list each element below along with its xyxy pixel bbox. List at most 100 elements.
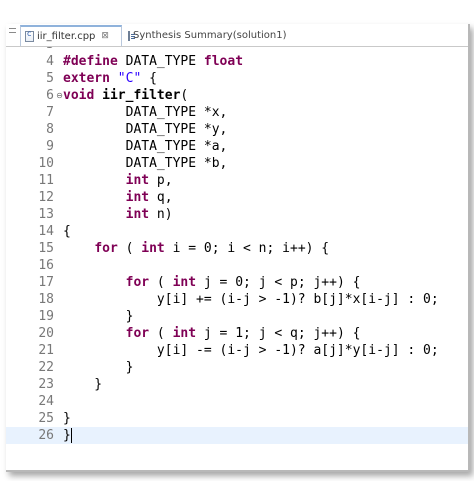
minimize-icon[interactable] [6, 28, 18, 46]
code-token: int [125, 173, 150, 188]
line-number: 16 [38, 258, 54, 273]
code-text: for ( int i = 0; i < n; i++) { [63, 240, 329, 257]
code-line[interactable]: 22 } [6, 359, 468, 376]
code-token: int [125, 190, 150, 205]
code-line[interactable]: 14 { [6, 223, 468, 240]
code-text: } [63, 359, 134, 376]
code-token: DATA_TYPE *y, [63, 122, 228, 137]
line-number: 20 [38, 326, 54, 341]
tab-bar: iir_filter.cpp ⊠ Synthesis Summary(solut… [6, 24, 468, 47]
code-token: int [125, 207, 150, 222]
code-line[interactable]: 11 int p, [6, 172, 468, 189]
code-token: } [63, 428, 71, 443]
tab-iir-filter-cpp[interactable]: iir_filter.cpp ⊠ [20, 25, 122, 46]
tab-label: iir_filter.cpp [37, 31, 96, 42]
code-line[interactable]: 18 y[i] += (i-j > -1)? b[j]*x[i-j] : 0; [6, 291, 468, 308]
code-text: DATA_TYPE *a, [63, 138, 228, 155]
code-token: for [125, 326, 150, 341]
code-token: int [172, 326, 197, 341]
code-token: extern [63, 71, 110, 86]
cpp-file-icon [25, 29, 34, 42]
code-text: DATA_TYPE *x, [63, 104, 228, 121]
code-token: int [172, 275, 197, 290]
line-number: 19 [38, 309, 54, 324]
code-line[interactable]: 17 for ( int j = 0; j < p; j++) { [6, 274, 468, 291]
code-line[interactable]: 21 y[i] -= (i-j > -1)? a[j]*y[i-j] : 0; [6, 342, 468, 359]
code-line[interactable]: 19 } [6, 308, 468, 325]
code-line[interactable]: 24 [6, 393, 468, 410]
code-token: j = 1; j < q; j++) { [196, 326, 361, 341]
code-text: } [63, 427, 71, 444]
code-token: } [63, 309, 134, 324]
code-token: iir_filter [102, 88, 181, 103]
line-number: 13 [38, 207, 54, 222]
line-number: 17 [38, 275, 54, 290]
code-text: } [63, 410, 71, 427]
code-line[interactable]: 13 int n) [6, 206, 468, 223]
code-token: n) [149, 207, 173, 222]
code-text: y[i] += (i-j > -1)? b[j]*x[i-j] : 0; [63, 291, 439, 308]
report-icon [128, 30, 135, 41]
code-line[interactable]: 23 } [6, 376, 468, 393]
code-token: } [63, 377, 103, 392]
line-number: 26 [38, 428, 54, 443]
code-text: } [63, 376, 102, 393]
code-text: for ( int j = 0; j < p; j++) { [63, 274, 361, 291]
code-token: i = 0; i < n; i++) { [164, 241, 330, 256]
code-line[interactable]: 10 DATA_TYPE *b, [6, 155, 468, 172]
tab-label: Synthesis Summary(solution1) [133, 30, 287, 41]
code-line[interactable]: 7 DATA_TYPE *x, [6, 104, 468, 121]
code-token: float [203, 54, 244, 69]
line-number: 7 [46, 105, 54, 120]
line-number: 25 [38, 411, 54, 426]
code-token: p, [149, 173, 173, 188]
code-line[interactable]: 15 for ( int i = 0; i < n; i++) { [6, 240, 468, 257]
line-number: 24 [38, 394, 54, 409]
code-token: } [63, 411, 71, 426]
line-number: 4 [46, 54, 54, 69]
code-line[interactable]: 16 [6, 257, 468, 274]
code-token: int [141, 241, 165, 256]
code-text: int p, [63, 172, 173, 189]
code-line[interactable]: 8 DATA_TYPE *y, [6, 121, 468, 138]
code-editor[interactable]: 3 4#define DATA_TYPE float5extern "C" {6… [6, 47, 468, 470]
line-number: 5 [46, 71, 54, 86]
line-number: 22 [38, 360, 54, 375]
tab-synthesis-summary[interactable]: Synthesis Summary(solution1) [124, 25, 286, 46]
code-line[interactable]: 20 for ( int j = 1; j < q; j++) { [6, 325, 468, 342]
code-token: ( [149, 275, 173, 290]
line-number: 15 [38, 241, 54, 256]
line-number: 6 [46, 88, 54, 103]
code-line[interactable]: 9 DATA_TYPE *a, [6, 138, 468, 155]
code-line[interactable]: 26} [6, 427, 468, 444]
code-token: for [125, 275, 150, 290]
code-line[interactable]: 12 int q, [6, 189, 468, 206]
code-text: int n) [63, 206, 173, 223]
editor-window: iir_filter.cpp ⊠ Synthesis Summary(solut… [6, 24, 470, 472]
code-line[interactable]: 25} [6, 410, 468, 427]
code-line[interactable]: 5 extern "C" { [6, 70, 468, 87]
line-number: 23 [38, 377, 54, 392]
line-number: 12 [38, 190, 54, 205]
fold-toggle-icon[interactable]: ⊖ [56, 92, 63, 100]
line-number: 11 [38, 173, 54, 188]
code-token: DATA_TYPE [117, 54, 204, 69]
close-icon[interactable]: ⊠ [101, 32, 109, 41]
code-text: extern "C" { [63, 70, 157, 87]
code-token: ( [149, 326, 173, 341]
code-token: DATA_TYPE *x, [63, 105, 228, 120]
text-cursor [71, 428, 72, 443]
code-token: ( [180, 88, 189, 103]
code-line[interactable]: 6 ⊖ void iir_filter( [6, 87, 468, 104]
code-token: for [94, 241, 118, 256]
code-token: "C" [117, 71, 142, 86]
line-number: 9 [46, 139, 54, 154]
code-token: DATA_TYPE *b, [63, 156, 228, 171]
code-line[interactable]: 4 #define DATA_TYPE float [6, 53, 468, 70]
